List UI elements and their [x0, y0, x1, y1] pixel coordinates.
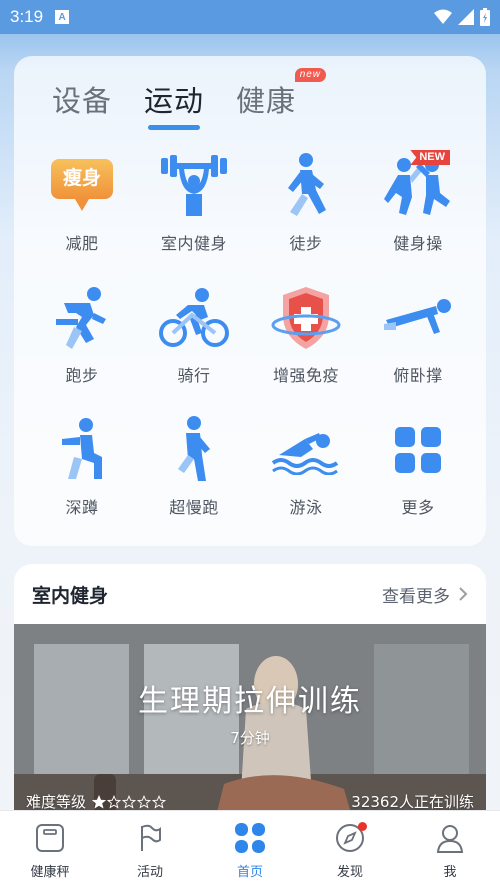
new-badge: new [294, 68, 327, 82]
indoor-fitness-card: 室内健身 查看更多 生理期拉伸训练 7分钟 难度等级 32362人正在训练 [14, 564, 486, 824]
sport-item-running[interactable]: 跑步 [26, 280, 138, 392]
notification-dot [358, 822, 367, 831]
more-grid-icon [380, 412, 456, 488]
star-empty-icon [137, 794, 152, 809]
weight-loss-icon-text: 瘦身 [62, 167, 101, 189]
status-time: 3:19 [10, 7, 44, 26]
nav-item-activity[interactable]: 活动 [100, 811, 200, 888]
sport-label: 减肥 [65, 234, 99, 253]
sport-label: 增强免疫 [272, 366, 339, 385]
star-empty-icon [122, 794, 137, 809]
sports-card: 设备 运动 健康 new 瘦身 减肥 室内健身 徒步 NEW 健身操 跑步 骑行… [14, 56, 486, 546]
scale-icon [33, 821, 67, 855]
workout-banner[interactable]: 生理期拉伸训练 7分钟 难度等级 32362人正在训练 [14, 624, 486, 824]
nav-item-discover[interactable]: 发现 [300, 811, 400, 888]
wifi-icon [434, 9, 452, 24]
section-title: 室内健身 [32, 584, 109, 607]
sport-label: 跑步 [65, 366, 99, 385]
sport-label: 深蹲 [65, 498, 99, 517]
banner-duration: 7分钟 [230, 729, 270, 747]
nav-label: 我 [443, 865, 457, 880]
sport-item-walking[interactable]: 徒步 [250, 148, 362, 260]
see-more-link[interactable]: 查看更多 [382, 582, 468, 607]
sport-label: 健身操 [393, 234, 443, 253]
swimming-icon [268, 412, 344, 488]
sport-label: 游泳 [289, 498, 323, 517]
flag-icon [133, 821, 167, 855]
sport-label: 俯卧撑 [393, 366, 443, 385]
category-tabs: 设备 运动 健康 new [52, 68, 327, 130]
star-filled-icon [92, 794, 107, 809]
see-more-label: 查看更多 [382, 586, 450, 607]
squat-icon [44, 412, 120, 488]
battery-icon [480, 8, 490, 26]
immunity-shield-icon [268, 280, 344, 356]
bottom-nav: 健康秤 活动 首页 发现 我 [0, 810, 500, 888]
sport-item-indoor-fitness[interactable]: 室内健身 [138, 148, 250, 260]
compass-icon [333, 821, 367, 855]
nav-label: 活动 [136, 865, 163, 880]
signal-icon [458, 9, 474, 25]
star-empty-icon [152, 794, 167, 809]
nav-label: 发现 [336, 865, 363, 880]
section-header: 室内健身 查看更多 [14, 564, 486, 624]
sport-item-cycling[interactable]: 骑行 [138, 280, 250, 392]
nav-item-me[interactable]: 我 [400, 811, 500, 888]
sport-item-squat[interactable]: 深蹲 [26, 412, 138, 524]
chevron-right-icon [459, 587, 468, 601]
status-right [434, 8, 490, 26]
sport-label: 更多 [401, 498, 435, 517]
tab-devices-label: 设备 [52, 84, 113, 118]
sports-grid: 瘦身 减肥 室内健身 徒步 NEW 健身操 跑步 骑行 增强免疫 俯卧撑 深蹲 … [26, 148, 474, 524]
profile-icon [433, 821, 467, 855]
tab-sports[interactable]: 运动 [144, 78, 205, 130]
notification-a-icon: A [55, 10, 70, 24]
nav-item-home[interactable]: 首页 [200, 811, 300, 888]
sport-item-weight-loss[interactable]: 瘦身 减肥 [26, 148, 138, 260]
sport-label: 骑行 [177, 366, 211, 385]
running-icon [44, 280, 120, 356]
sport-item-aerobics[interactable]: NEW 健身操 [362, 148, 474, 260]
difficulty-stars [92, 794, 167, 809]
sport-label: 超慢跑 [169, 498, 219, 517]
sport-item-pushup[interactable]: 俯卧撑 [362, 280, 474, 392]
sport-item-immunity[interactable]: 增强免疫 [250, 280, 362, 392]
sport-item-more[interactable]: 更多 [362, 412, 474, 524]
tab-health[interactable]: 健康 new [236, 68, 327, 120]
status-bar: 3:19 A [0, 0, 500, 34]
difficulty-rating: 难度等级 [26, 791, 167, 812]
difficulty-label: 难度等级 [26, 793, 87, 811]
walking-icon [268, 148, 344, 224]
trainee-count: 32362人正在训练 [351, 793, 474, 811]
tab-health-label: 健康 [236, 84, 297, 118]
slow-jog-icon [156, 412, 232, 488]
nav-label: 健康秤 [30, 865, 70, 880]
pushup-icon [380, 280, 456, 356]
active-tab-indicator [148, 125, 201, 130]
star-empty-icon [107, 794, 122, 809]
nav-item-scale[interactable]: 健康秤 [0, 811, 100, 888]
aerobics-icon: NEW [380, 148, 456, 224]
banner-title: 生理期拉伸训练 [138, 684, 362, 719]
dumbbell-lift-icon [156, 148, 232, 224]
sport-label: 徒步 [289, 234, 323, 253]
weight-loss-icon: 瘦身 [44, 148, 120, 224]
home-icon [233, 821, 267, 855]
nav-label: 首页 [236, 865, 263, 880]
tab-devices[interactable]: 设备 [52, 78, 112, 120]
cycling-icon [156, 280, 232, 356]
sport-item-slow-jog[interactable]: 超慢跑 [138, 412, 250, 524]
sport-label: 室内健身 [160, 234, 227, 253]
sport-item-swimming[interactable]: 游泳 [250, 412, 362, 524]
tab-sports-label: 运动 [144, 84, 205, 118]
